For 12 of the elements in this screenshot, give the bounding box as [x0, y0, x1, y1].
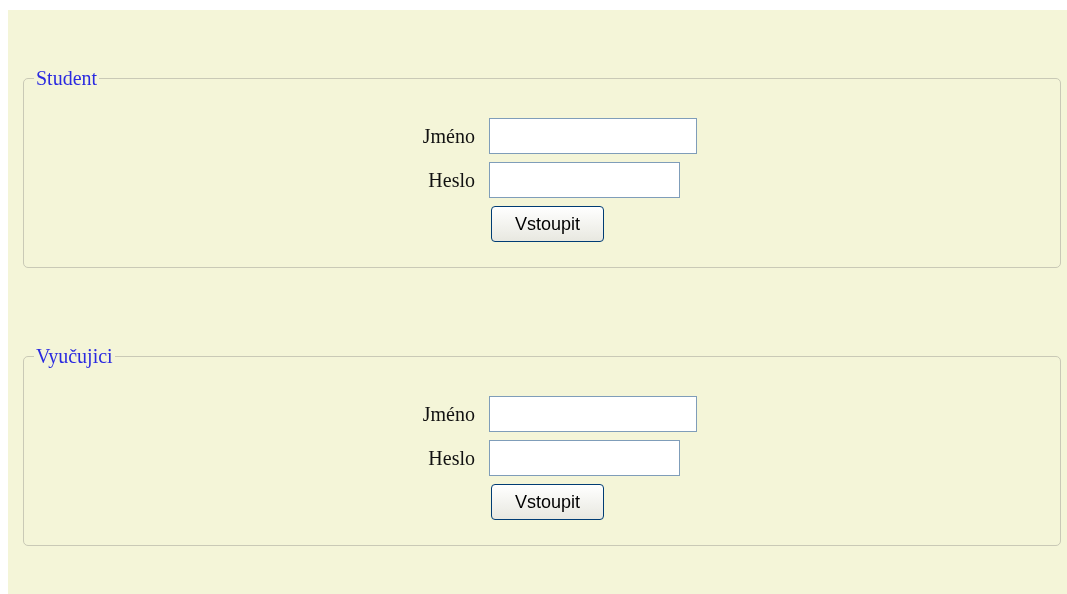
name-field[interactable]: [489, 118, 697, 154]
login-button[interactable]: Vstoupit: [491, 484, 604, 520]
password-field[interactable]: [489, 440, 680, 476]
password-field[interactable]: [489, 162, 680, 198]
field-label: Jméno: [421, 124, 475, 149]
panel-legend: Student: [34, 68, 100, 88]
field-label: Heslo: [427, 446, 475, 471]
field-label: Heslo: [427, 168, 475, 193]
name-field[interactable]: [489, 396, 697, 432]
panel-legend: Vyučujici: [34, 346, 115, 366]
field-label: Jméno: [421, 402, 475, 427]
login-button[interactable]: Vstoupit: [491, 206, 604, 242]
